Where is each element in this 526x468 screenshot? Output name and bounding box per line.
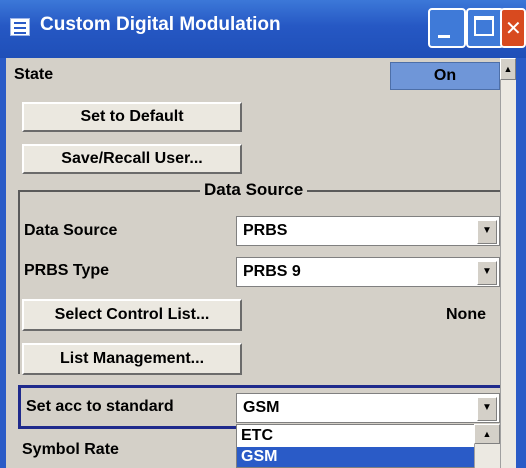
chevron-down-icon[interactable]: ▼	[477, 261, 497, 285]
vertical-scrollbar[interactable]	[500, 58, 516, 468]
dropdown-scroll-up-icon[interactable]: ▲	[474, 424, 500, 444]
window-frame-left	[0, 58, 6, 468]
save-recall-user-button[interactable]: Save/Recall User...	[22, 144, 242, 174]
symbol-rate-label: Symbol Rate	[22, 441, 119, 458]
prbs-type-value: PRBS 9	[243, 263, 301, 280]
select-control-list-button[interactable]: Select Control List...	[22, 299, 242, 331]
window-icon	[10, 18, 30, 36]
prbs-type-select[interactable]: PRBS 9 ▼	[236, 257, 500, 287]
minimize-button[interactable]	[428, 8, 466, 48]
dropdown-option-gsm[interactable]: GSM	[237, 447, 481, 467]
control-list-value: None	[446, 306, 486, 323]
standard-value: GSM	[243, 399, 280, 416]
maximize-button[interactable]	[466, 8, 504, 48]
state-label: State	[14, 66, 54, 83]
standard-select[interactable]: GSM ▼	[236, 393, 500, 423]
window-title: Custom Digital Modulation	[40, 14, 281, 35]
chevron-down-icon[interactable]: ▼	[477, 397, 497, 421]
chevron-down-icon[interactable]: ▼	[477, 220, 497, 244]
data-source-label: Data Source	[24, 222, 118, 239]
data-source-select[interactable]: PRBS ▼	[236, 216, 500, 246]
prbs-type-label: PRBS Type	[24, 262, 110, 279]
list-management-button[interactable]: List Management...	[22, 343, 242, 375]
data-source-group-title: Data Source	[200, 180, 308, 200]
dropdown-option-etc[interactable]: ETC	[237, 426, 481, 446]
close-button[interactable]	[500, 8, 526, 48]
window-frame-right	[516, 58, 526, 468]
set-acc-to-standard-label: Set acc to standard	[26, 398, 174, 415]
standard-dropdown-list[interactable]: ETC GSM	[236, 424, 500, 468]
set-to-default-button[interactable]: Set to Default	[22, 102, 242, 132]
scroll-up-arrow-icon[interactable]: ▲	[500, 58, 516, 80]
data-source-value: PRBS	[243, 222, 288, 239]
state-toggle-button[interactable]: On	[390, 62, 500, 90]
